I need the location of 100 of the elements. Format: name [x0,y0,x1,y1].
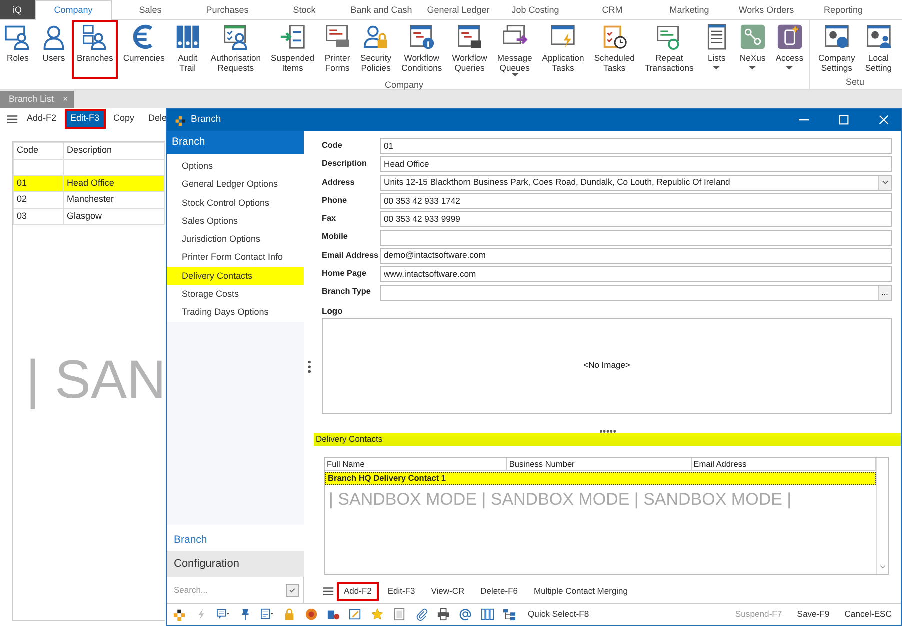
toolbar-button[interactable]: Dele [142,109,168,129]
window-title: Branch [191,112,222,127]
ribbon-button[interactable]: Local Setting [860,20,898,76]
column-header[interactable]: Business Number [507,458,692,470]
star-icon[interactable] [371,608,384,621]
action-button[interactable]: Save-F9 [794,608,833,621]
toolbar-button[interactable]: Add-F2 [337,582,379,602]
minimize-icon [798,119,808,121]
input-field[interactable]: Head Office [380,156,892,172]
ribbon-tab[interactable]: Stock [266,0,343,19]
input-field[interactable]: 00 353 42 933 9999 [380,211,892,228]
ribbon-button[interactable]: Printer Forms [320,20,356,79]
table-cell: Glasgow [64,208,164,224]
ribbon-button[interactable]: Repeat Transactions [640,20,699,79]
ribbon-button[interactable]: Application Tasks [537,20,590,79]
form-caret-icon[interactable] [261,608,274,621]
ribbon-button[interactable]: Workflow Conditions [396,20,448,79]
input-field[interactable]: 01 [380,138,892,154]
ribbon-button[interactable]: Audit Trail [170,20,206,79]
column-header[interactable]: Full Name [325,458,508,470]
at-sign-icon[interactable] [459,608,472,621]
ribbon-button[interactable]: Roles [0,20,36,79]
note-icon[interactable] [393,608,406,621]
lookup-button[interactable]: ... [878,286,891,300]
filter-cell[interactable] [64,159,164,175]
ribbon-button[interactable]: Message Queues [492,20,538,79]
menu-icon[interactable] [6,112,19,126]
ribbon-button[interactable]: Branches [72,20,118,79]
filter-cell[interactable] [14,159,64,175]
input-field[interactable]: 00 353 42 933 1742 [380,193,892,210]
search-box[interactable]: Search... [167,577,304,603]
edit-icon[interactable] [349,608,362,621]
ribbon-tab[interactable]: Company [35,0,112,20]
nav-item[interactable]: Trading Days Options [167,303,304,322]
nav-item[interactable]: Storage Costs [167,285,304,304]
splitter-grip-icon [308,361,310,373]
input-field[interactable] [380,230,892,246]
ribbon-button[interactable]: Users [36,20,72,79]
ribbon-tab[interactable]: Sales [112,0,189,19]
ribbon-tab[interactable]: General Ledger [420,0,497,19]
scrollbar[interactable] [876,458,888,574]
nav-section[interactable]: Configuration [167,551,304,577]
nav-item[interactable]: General Ledger Options [167,175,304,194]
toolbar-button[interactable]: Edit-F3 [380,582,422,602]
ribbon-button[interactable]: Company Settings [814,20,860,76]
nav-item[interactable]: Jurisdiction Options [167,230,304,248]
quick-select-button[interactable]: Quick Select-F8 [525,608,592,621]
nav-link[interactable]: Branch [167,525,304,551]
nav-item[interactable]: Options [167,157,304,176]
ribbon-tab[interactable]: Job Costing [497,0,574,19]
field-label: Logo [322,304,344,318]
ribbon-tab[interactable]: Marketing [651,0,728,19]
window-info-icon [408,24,435,50]
app-menu-tab[interactable]: iQ [0,0,35,19]
nav-item[interactable]: Delivery Contacts [167,266,304,286]
column-header[interactable]: Description [64,142,164,159]
action-button[interactable]: Cancel-ESC [842,608,895,621]
ribbon-button[interactable]: NeXus [734,20,771,79]
toolbar-button[interactable]: Multiple Contact Merging [527,582,636,602]
speech-bubble-caret-icon[interactable] [217,608,230,621]
input-field[interactable]: Units 12-15 Blackthorn Business Park, Coes Road, Dundalk, Co Louth, Republic Of Ireland [380,174,892,191]
hierarchy-icon[interactable] [503,608,516,621]
ribbon-button[interactable]: Scheduled Tasks [589,20,640,79]
columns-icon[interactable] [481,608,494,621]
input-field[interactable]: demo@intactsoftware.com [380,248,892,264]
input-field[interactable]: www.intactsoftware.com [380,266,892,282]
section-header: Delivery Contacts [314,432,901,446]
ribbon-tab[interactable]: Reporting [805,0,882,19]
toolbar-button[interactable]: View-CR [424,582,472,602]
watermark-text: | SANDBOX MODE | SANDBOX MODE | SANDBOX MODE | [328,490,792,510]
ribbon-tab[interactable]: Works Orders [728,0,805,19]
ribbon-tab[interactable]: Purchases [189,0,266,19]
ribbon-tab[interactable]: Bank and Cash [343,0,420,19]
input-field[interactable]: ... [380,284,892,301]
printer-icon[interactable] [437,608,450,621]
paperclip-icon[interactable] [415,608,428,621]
toolbar-button[interactable]: Add-F2 [21,109,63,129]
toolbar-button[interactable]: Delete-F6 [474,582,525,602]
app-logo-icon[interactable] [173,608,186,621]
ribbon-button[interactable]: Workflow Queries [447,20,492,79]
nav-item[interactable]: Sales Options [167,212,304,230]
ribbon-button[interactable]: Lists [698,20,735,79]
column-header[interactable]: Email Address [692,458,876,470]
ribbon-button[interactable]: Currencies [118,20,170,79]
ribbon-tab[interactable]: CRM [574,0,651,19]
ribbon-button[interactable]: Suspended Items [266,20,320,79]
image-field[interactable]: <No Image> [322,318,892,414]
nav-item[interactable]: Printer Form Contact Info [167,248,304,267]
nav-item[interactable]: Stock Control Options [167,194,304,212]
field-label: Address [322,176,356,189]
column-header[interactable]: Code [14,142,64,159]
checkbox[interactable] [286,584,299,596]
ribbon-button[interactable]: Security Policies [356,20,397,79]
ribbon-button[interactable]: Authorisation Requests [206,20,266,79]
menu-icon[interactable] [322,585,335,598]
ribbon-button[interactable]: Access [770,20,809,79]
toolbar-button[interactable]: Edit-F3 [64,109,106,129]
table-row[interactable]: Branch HQ Delivery Contact 1 [325,472,876,485]
dropdown-button[interactable] [878,176,891,190]
toolbar-button[interactable]: Copy [108,109,141,129]
